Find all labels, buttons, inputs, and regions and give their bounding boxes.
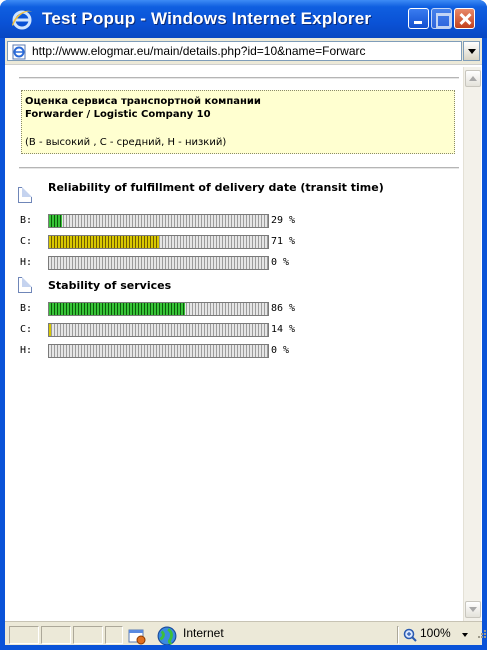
security-zone-label: Internet — [183, 626, 224, 640]
minimize-icon[interactable] — [408, 8, 429, 29]
rating-bar — [48, 235, 269, 249]
row-label: В: — [20, 303, 33, 314]
ie-logo-icon — [12, 10, 32, 30]
document-icon — [18, 187, 32, 203]
row-label: Н: — [20, 257, 33, 268]
info-title-line2: Forwarder / Logistic Company 10 — [25, 109, 211, 120]
info-title-line1: Оценка сервиса транспортной компании — [25, 96, 261, 107]
percent-value: 0 % — [271, 257, 290, 268]
zoom-level[interactable]: 100% — [420, 626, 451, 640]
section-title: Reliability of fulfillment of delivery d… — [48, 181, 384, 194]
document-icon — [18, 277, 32, 293]
rating-bar — [48, 256, 269, 270]
resize-grip-icon[interactable] — [475, 628, 487, 642]
browser-window: Test Popup - Windows Internet Explorer h… — [0, 0, 487, 650]
close-icon[interactable] — [454, 8, 475, 29]
top-divider — [19, 77, 459, 79]
section-title: Stability of services — [48, 279, 172, 292]
vertical-scrollbar[interactable] — [463, 67, 481, 621]
mid-divider — [19, 167, 459, 169]
rating-bar — [48, 214, 269, 228]
row-label: С: — [20, 324, 33, 335]
address-field[interactable]: http://www.elogmar.eu/main/details.php?i… — [7, 41, 462, 61]
status-panel — [9, 626, 39, 644]
address-dropdown-button[interactable] — [463, 41, 480, 61]
bar-fill — [49, 215, 63, 227]
bar-fill — [49, 324, 52, 336]
zoom-icon[interactable] — [403, 628, 417, 642]
url-text: http://www.elogmar.eu/main/details.php?i… — [32, 44, 366, 58]
percent-value: 14 % — [271, 324, 296, 335]
rating-bar — [48, 344, 269, 358]
zoom-dropdown-icon[interactable] — [462, 633, 468, 637]
percent-value: 71 % — [271, 236, 296, 247]
protected-mode-icon[interactable] — [128, 627, 146, 645]
bar-fill — [49, 303, 185, 315]
address-bar: http://www.elogmar.eu/main/details.php?i… — [5, 38, 482, 64]
percent-value: 0 % — [271, 345, 290, 356]
page-content: Оценка сервиса транспортной компании For… — [5, 64, 482, 621]
bar-fill — [49, 236, 159, 248]
rating-bar — [48, 323, 269, 337]
page-icon — [12, 44, 26, 60]
scroll-up-button[interactable] — [465, 70, 481, 87]
status-panel — [397, 626, 399, 644]
scroll-down-button[interactable] — [465, 601, 481, 618]
maximize-icon[interactable] — [431, 8, 452, 29]
row-label: Н: — [20, 345, 33, 356]
status-panel — [105, 626, 123, 644]
window-title: Test Popup - Windows Internet Explorer — [42, 9, 372, 28]
row-label: В: — [20, 215, 33, 226]
status-panel — [41, 626, 71, 644]
percent-value: 29 % — [271, 215, 296, 226]
globe-icon — [157, 626, 177, 646]
rating-bar — [48, 302, 269, 316]
title-bar[interactable]: Test Popup - Windows Internet Explorer — [0, 0, 487, 38]
percent-value: 86 % — [271, 303, 296, 314]
status-panel — [73, 626, 103, 644]
status-bar: Internet 100% — [5, 621, 486, 646]
window-border — [0, 645, 487, 650]
rating-legend: (В - высокий , С - средний, Н - низкий) — [25, 137, 227, 148]
info-box: Оценка сервиса транспортной компании For… — [21, 90, 455, 154]
row-label: С: — [20, 236, 33, 247]
